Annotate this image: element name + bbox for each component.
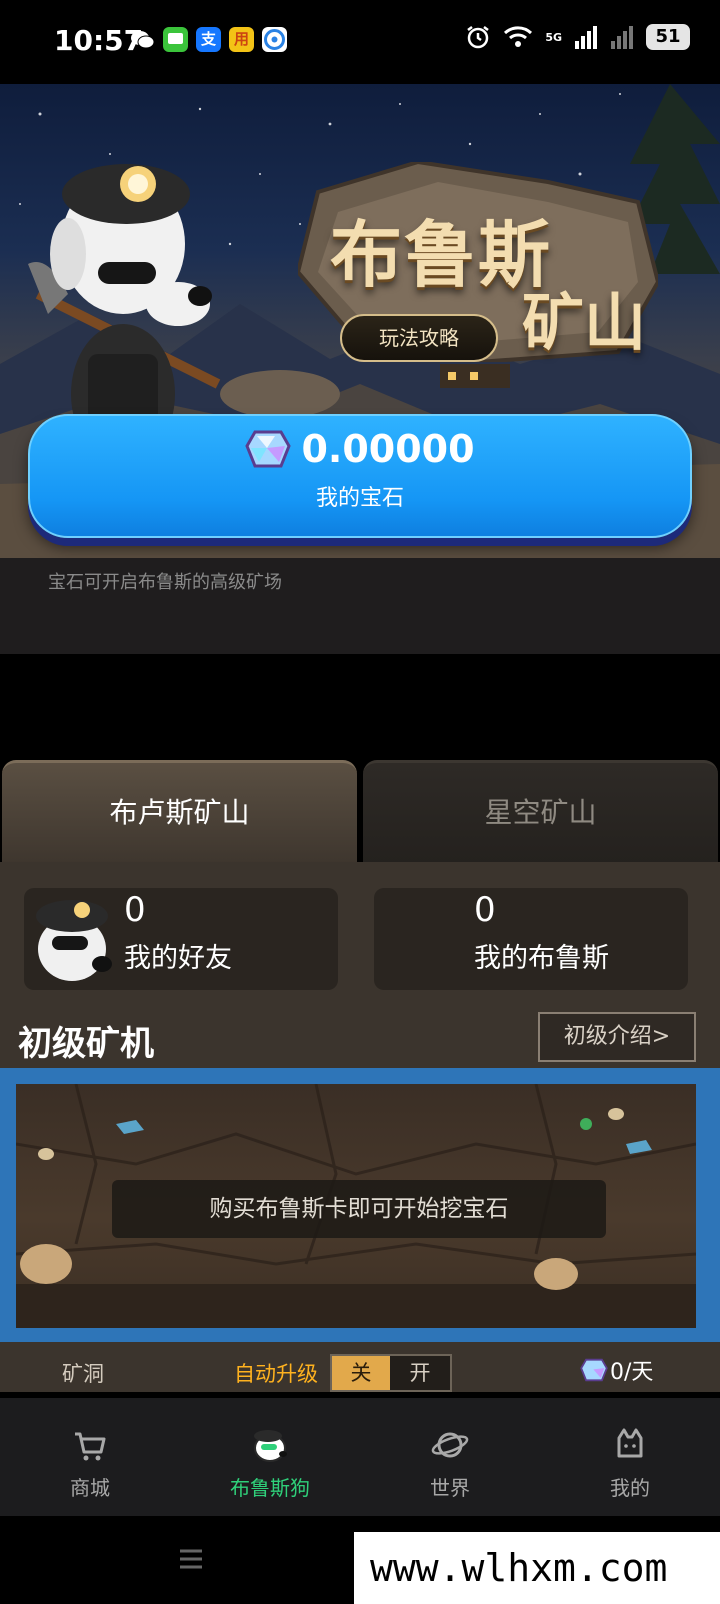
mine-scene-frame: 购买布鲁斯卡即可开始挖宝石: [0, 1068, 720, 1342]
gem-hint-text: 宝石可开启布鲁斯的高级矿场: [48, 572, 282, 593]
bruce-label: 我的布鲁斯: [474, 943, 609, 974]
toggle-on-option[interactable]: 开: [390, 1356, 450, 1390]
wifi-icon: [504, 26, 533, 47]
message-icon: [163, 27, 188, 52]
nav-label-world: 世界: [430, 1476, 470, 1500]
nav-label-shop: 商城: [70, 1476, 110, 1500]
hero-title-line1: 布鲁斯: [330, 212, 553, 297]
bottom-navigation: 商城 布鲁斯狗 世界 我的: [0, 1398, 720, 1516]
profile-icon: [617, 1428, 643, 1458]
mine-scene: 购买布鲁斯卡即可开始挖宝石: [16, 1084, 696, 1328]
hint-strip: 宝石可开启布鲁斯的高级矿场: [0, 558, 720, 654]
nav-item-bruce-dog[interactable]: 布鲁斯狗: [180, 1398, 360, 1516]
wechat-icon: [130, 27, 155, 52]
miner-section-title: 初级矿机: [18, 1024, 154, 1064]
watermark-text: www.wlhxm.com: [354, 1532, 720, 1604]
friends-card[interactable]: 0 我的好友: [24, 888, 338, 990]
status-bar: 10:57 支 用 5G 51: [0, 0, 720, 84]
menu-icon[interactable]: [178, 1546, 204, 1572]
my-bruce-card[interactable]: 0 我的布鲁斯: [374, 888, 688, 990]
toggle-off-option[interactable]: 关: [332, 1356, 390, 1390]
gem-rate-value: 0/天: [610, 1360, 654, 1385]
battery-level: 51: [646, 24, 690, 50]
tab-bruce-mine[interactable]: 布卢斯矿山: [2, 760, 357, 864]
app-icon: 用: [229, 27, 254, 52]
browser-icon: [262, 27, 287, 52]
tab-starry-mine[interactable]: 星空矿山: [363, 760, 718, 864]
status-right: 5G 51: [465, 24, 690, 50]
guide-button[interactable]: 玩法攻略: [340, 314, 498, 362]
mine-panel: 0 我的好友 0 我的布鲁斯 初级矿机 初级介绍> 购买布鲁斯卡即可开始挖宝石: [0, 862, 720, 1392]
alarm-icon: [467, 26, 490, 49]
mine-tabs: 布卢斯矿山 星空矿山: [0, 760, 720, 864]
gem-small-icon: [580, 1358, 608, 1382]
bruce-count: 0: [474, 890, 496, 930]
mine-footer: 矿洞 自动升级 关 开 0/天: [0, 1342, 720, 1392]
separator-band: [0, 654, 720, 762]
gem-icon: [245, 430, 292, 468]
nav-item-shop[interactable]: 商城: [0, 1398, 180, 1516]
auto-upgrade-toggle[interactable]: 关 开: [330, 1354, 452, 1392]
my-gems-card[interactable]: 0.00000 我的宝石: [28, 414, 692, 538]
friends-label: 我的好友: [124, 943, 232, 974]
signal-weak-icon: [611, 26, 633, 49]
alipay-icon: 支: [196, 27, 221, 52]
mine-status-message: 购买布鲁斯卡即可开始挖宝石: [112, 1180, 606, 1238]
gem-label: 我的宝石: [315, 486, 404, 511]
auto-upgrade-label: 自动升级: [234, 1362, 318, 1386]
nav-item-world[interactable]: 世界: [360, 1398, 540, 1516]
gem-value: 0.00000: [301, 427, 475, 471]
nav-label-bruce-dog: 布鲁斯狗: [230, 1476, 310, 1500]
nav-label-profile: 我的: [610, 1476, 650, 1500]
miner-intro-button[interactable]: 初级介绍>: [538, 1012, 696, 1062]
hero-title-line2: 矿山: [522, 286, 647, 359]
friends-count: 0: [124, 890, 146, 930]
nav-item-profile[interactable]: 我的: [540, 1398, 720, 1516]
dog-avatar: [36, 900, 112, 981]
dog-icon: [254, 1430, 287, 1462]
signal-icon: [575, 26, 597, 49]
network-type: 5G: [545, 30, 562, 44]
cart-icon: [75, 1432, 106, 1461]
notification-icons: 支 用: [130, 27, 287, 52]
gem-rate: 0/天: [580, 1354, 653, 1386]
gem-value-row: 0.00000: [30, 426, 690, 472]
cave-label: 矿洞: [62, 1362, 104, 1386]
planet-icon: [431, 1432, 469, 1458]
